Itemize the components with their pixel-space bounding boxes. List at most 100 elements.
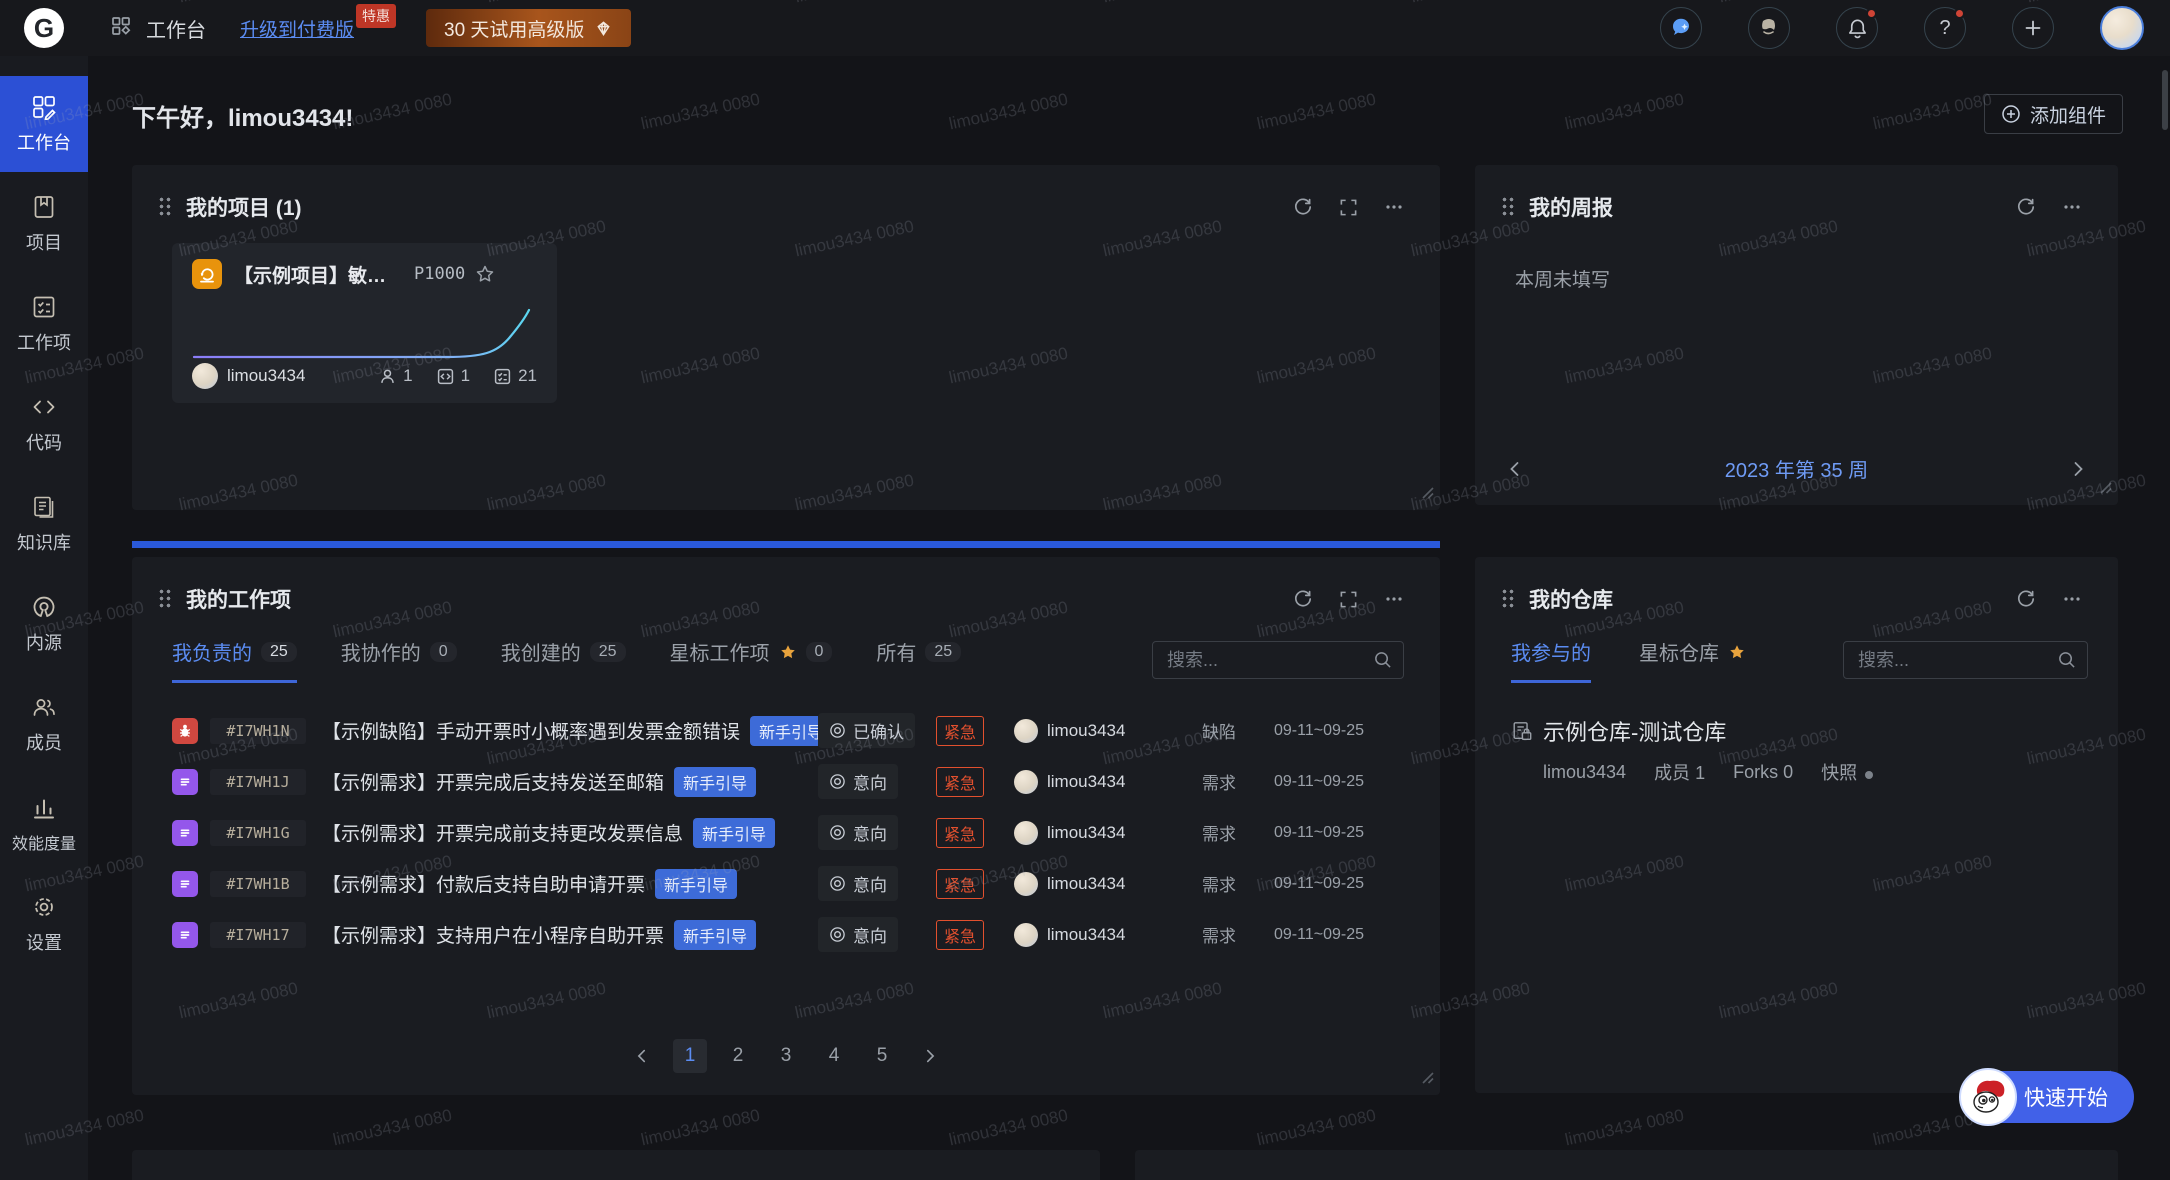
workitem-count-stat: 21	[494, 366, 537, 386]
sidebar-item-settings[interactable]: 设置	[0, 876, 88, 972]
repo-search-input[interactable]	[1843, 641, 2088, 679]
next-page-chevron-icon[interactable]	[913, 1039, 947, 1073]
upgrade-link[interactable]: 升级到付费版	[240, 15, 354, 42]
tab-starred-repos[interactable]: 星标仓库	[1639, 637, 1746, 683]
page-number[interactable]: 3	[769, 1039, 803, 1073]
tab-label: 我创建的	[501, 637, 581, 666]
repo-owner: limou3434	[1543, 762, 1626, 783]
resize-handle-icon[interactable]	[2098, 480, 2112, 499]
topbar-nav-workbench[interactable]: 工作台	[146, 14, 206, 43]
sidebar-item-code[interactable]: 代码	[0, 376, 88, 472]
workitem-title[interactable]: 【示例需求】开票完成前支持更改发票信息	[322, 819, 683, 846]
sidebar-label: 内源	[26, 629, 62, 655]
create-plus-icon[interactable]	[2012, 7, 2054, 49]
tab-created-by-me[interactable]: 我创建的 25	[501, 637, 626, 683]
more-icon[interactable]	[1384, 589, 1404, 609]
tab-assigned-to-me[interactable]: 我负责的 25	[172, 637, 297, 683]
prev-page-chevron-icon[interactable]	[625, 1039, 659, 1073]
tab-collaborating[interactable]: 我协作的 0	[341, 637, 457, 683]
search-icon	[1373, 650, 1392, 674]
workitem-type: 需求	[1202, 871, 1274, 896]
workitem-id: #I7WH1J	[210, 769, 306, 795]
project-tile[interactable]: 【示例项目】敏捷研... P1000 limou3434 1	[172, 243, 557, 403]
page-number[interactable]: 2	[721, 1039, 755, 1073]
mask-icon[interactable]	[1748, 7, 1790, 49]
ai-assistant-icon[interactable]	[1660, 7, 1702, 49]
sidebar-item-members[interactable]: 成员	[0, 676, 88, 772]
fullscreen-icon[interactable]	[1339, 590, 1358, 609]
refresh-icon[interactable]	[1293, 197, 1313, 217]
workitem-search-input[interactable]	[1152, 641, 1404, 679]
project-owner-name: limou3434	[227, 366, 305, 386]
workitem-tag: 新手引导	[693, 818, 775, 848]
next-week-chevron-icon[interactable]	[2068, 459, 2088, 479]
workitem-row[interactable]: #I7WH1B 【示例需求】付款后支持自助申请开票 新手引导 意向 紧急 lim…	[132, 858, 1440, 909]
quick-start-button[interactable]: 快速开始	[1962, 1071, 2134, 1123]
card-actions	[2016, 197, 2082, 217]
prev-week-chevron-icon[interactable]	[1505, 459, 1525, 479]
tab-starred-workitems[interactable]: 星标工作项 0	[670, 637, 833, 683]
add-widget-button[interactable]: 添加组件	[1984, 94, 2123, 134]
apps-grid-icon[interactable]	[110, 15, 132, 42]
status-label: 意向	[853, 769, 887, 794]
page-number[interactable]: 1	[673, 1039, 707, 1073]
workitem-row[interactable]: #I7WH1G 【示例需求】开票完成前支持更改发票信息 新手引导 意向 紧急 l…	[132, 807, 1440, 858]
tab-participating[interactable]: 我参与的	[1511, 637, 1591, 683]
workitem-title[interactable]: 【示例需求】付款后支持自助申请开票	[322, 870, 645, 897]
help-icon[interactable]: ?	[1924, 7, 1966, 49]
user-avatar[interactable]	[2100, 6, 2144, 50]
page-number[interactable]: 4	[817, 1039, 851, 1073]
week-label[interactable]: 2023 年第 35 周	[1525, 454, 2068, 483]
status-circle-icon	[829, 875, 846, 892]
search-icon	[2057, 650, 2076, 674]
drag-handle-icon[interactable]	[1501, 196, 1515, 218]
workitem-title[interactable]: 【示例需求】支持用户在小程序自助开票	[322, 921, 664, 948]
workitem-title[interactable]: 【示例需求】开票完成后支持发送至邮箱	[322, 768, 664, 795]
sidebar-item-insource[interactable]: 内源	[0, 576, 88, 672]
workitem-type: 需求	[1202, 769, 1274, 794]
workitem-title[interactable]: 【示例缺陷】手动开票时小概率遇到发票金额错误	[322, 717, 740, 744]
sidebar-item-metrics[interactable]: 效能度量	[0, 776, 88, 872]
more-icon[interactable]	[2062, 197, 2082, 217]
sidebar-item-workitems[interactable]: 工作项	[0, 276, 88, 372]
tab-all[interactable]: 所有 25	[876, 637, 961, 683]
workitem-row[interactable]: #I7WH17 【示例需求】支持用户在小程序自助开票 新手引导 意向 紧急 li…	[132, 909, 1440, 960]
drag-handle-icon[interactable]	[158, 196, 172, 218]
sidebar: 工作台 项目 工作项 代码 知识库 内源 成员 效能度量	[0, 56, 88, 1180]
priority-badge: 紧急	[936, 920, 984, 950]
sidebar-item-projects[interactable]: 项目	[0, 176, 88, 272]
refresh-icon[interactable]	[1293, 589, 1313, 609]
scrollbar-thumb[interactable]	[2162, 70, 2168, 130]
more-icon[interactable]	[1384, 197, 1404, 217]
workitem-row[interactable]: #I7WH1N 【示例缺陷】手动开票时小概率遇到发票金额错误 新手引导 已确认 …	[132, 705, 1440, 756]
page-number[interactable]: 5	[865, 1039, 899, 1073]
card-my-workitems: 我的工作项 我负责的 25 我协作的 0 我创建的 25 星标工作项	[132, 557, 1440, 1095]
quick-start-label: 快速开始	[2024, 1087, 2108, 1110]
refresh-icon[interactable]	[2016, 589, 2036, 609]
sidebar-item-workbench[interactable]: 工作台	[0, 76, 88, 172]
workitem-status: 意向	[818, 917, 936, 952]
tab-label: 星标仓库	[1639, 637, 1719, 666]
trial-button[interactable]: 30 天试用高级版	[426, 9, 631, 47]
resize-handle-icon[interactable]	[1420, 485, 1434, 504]
promo-badge: 特惠	[356, 4, 396, 28]
workitem-row[interactable]: #I7WH1J 【示例需求】开票完成后支持发送至邮箱 新手引导 意向 紧急 li…	[132, 756, 1440, 807]
resize-handle-icon[interactable]	[1420, 1070, 1434, 1089]
star-outline-icon[interactable]	[475, 264, 495, 284]
drag-handle-icon[interactable]	[158, 588, 172, 610]
repo-name[interactable]: 示例仓库-测试仓库	[1543, 715, 1726, 747]
drag-handle-icon[interactable]	[1501, 588, 1515, 610]
sidebar-label: 设置	[26, 929, 62, 955]
refresh-icon[interactable]	[2016, 197, 2036, 217]
sidebar-item-knowledge[interactable]: 知识库	[0, 476, 88, 572]
logo-wrap: G	[0, 8, 88, 48]
repo-count: 1	[461, 366, 470, 386]
repo-item[interactable]: 示例仓库-测试仓库 limou3434 成员 1 Forks 0 快照	[1511, 715, 2088, 785]
sidebar-label: 代码	[26, 429, 62, 455]
workitem-title-wrap: 【示例需求】付款后支持自助申请开票 新手引导	[322, 869, 818, 899]
more-icon[interactable]	[2062, 589, 2082, 609]
notifications-bell-icon[interactable]	[1836, 7, 1878, 49]
assignee-avatar	[1014, 923, 1038, 947]
fullscreen-icon[interactable]	[1339, 198, 1358, 217]
gitee-logo[interactable]: G	[24, 8, 64, 48]
